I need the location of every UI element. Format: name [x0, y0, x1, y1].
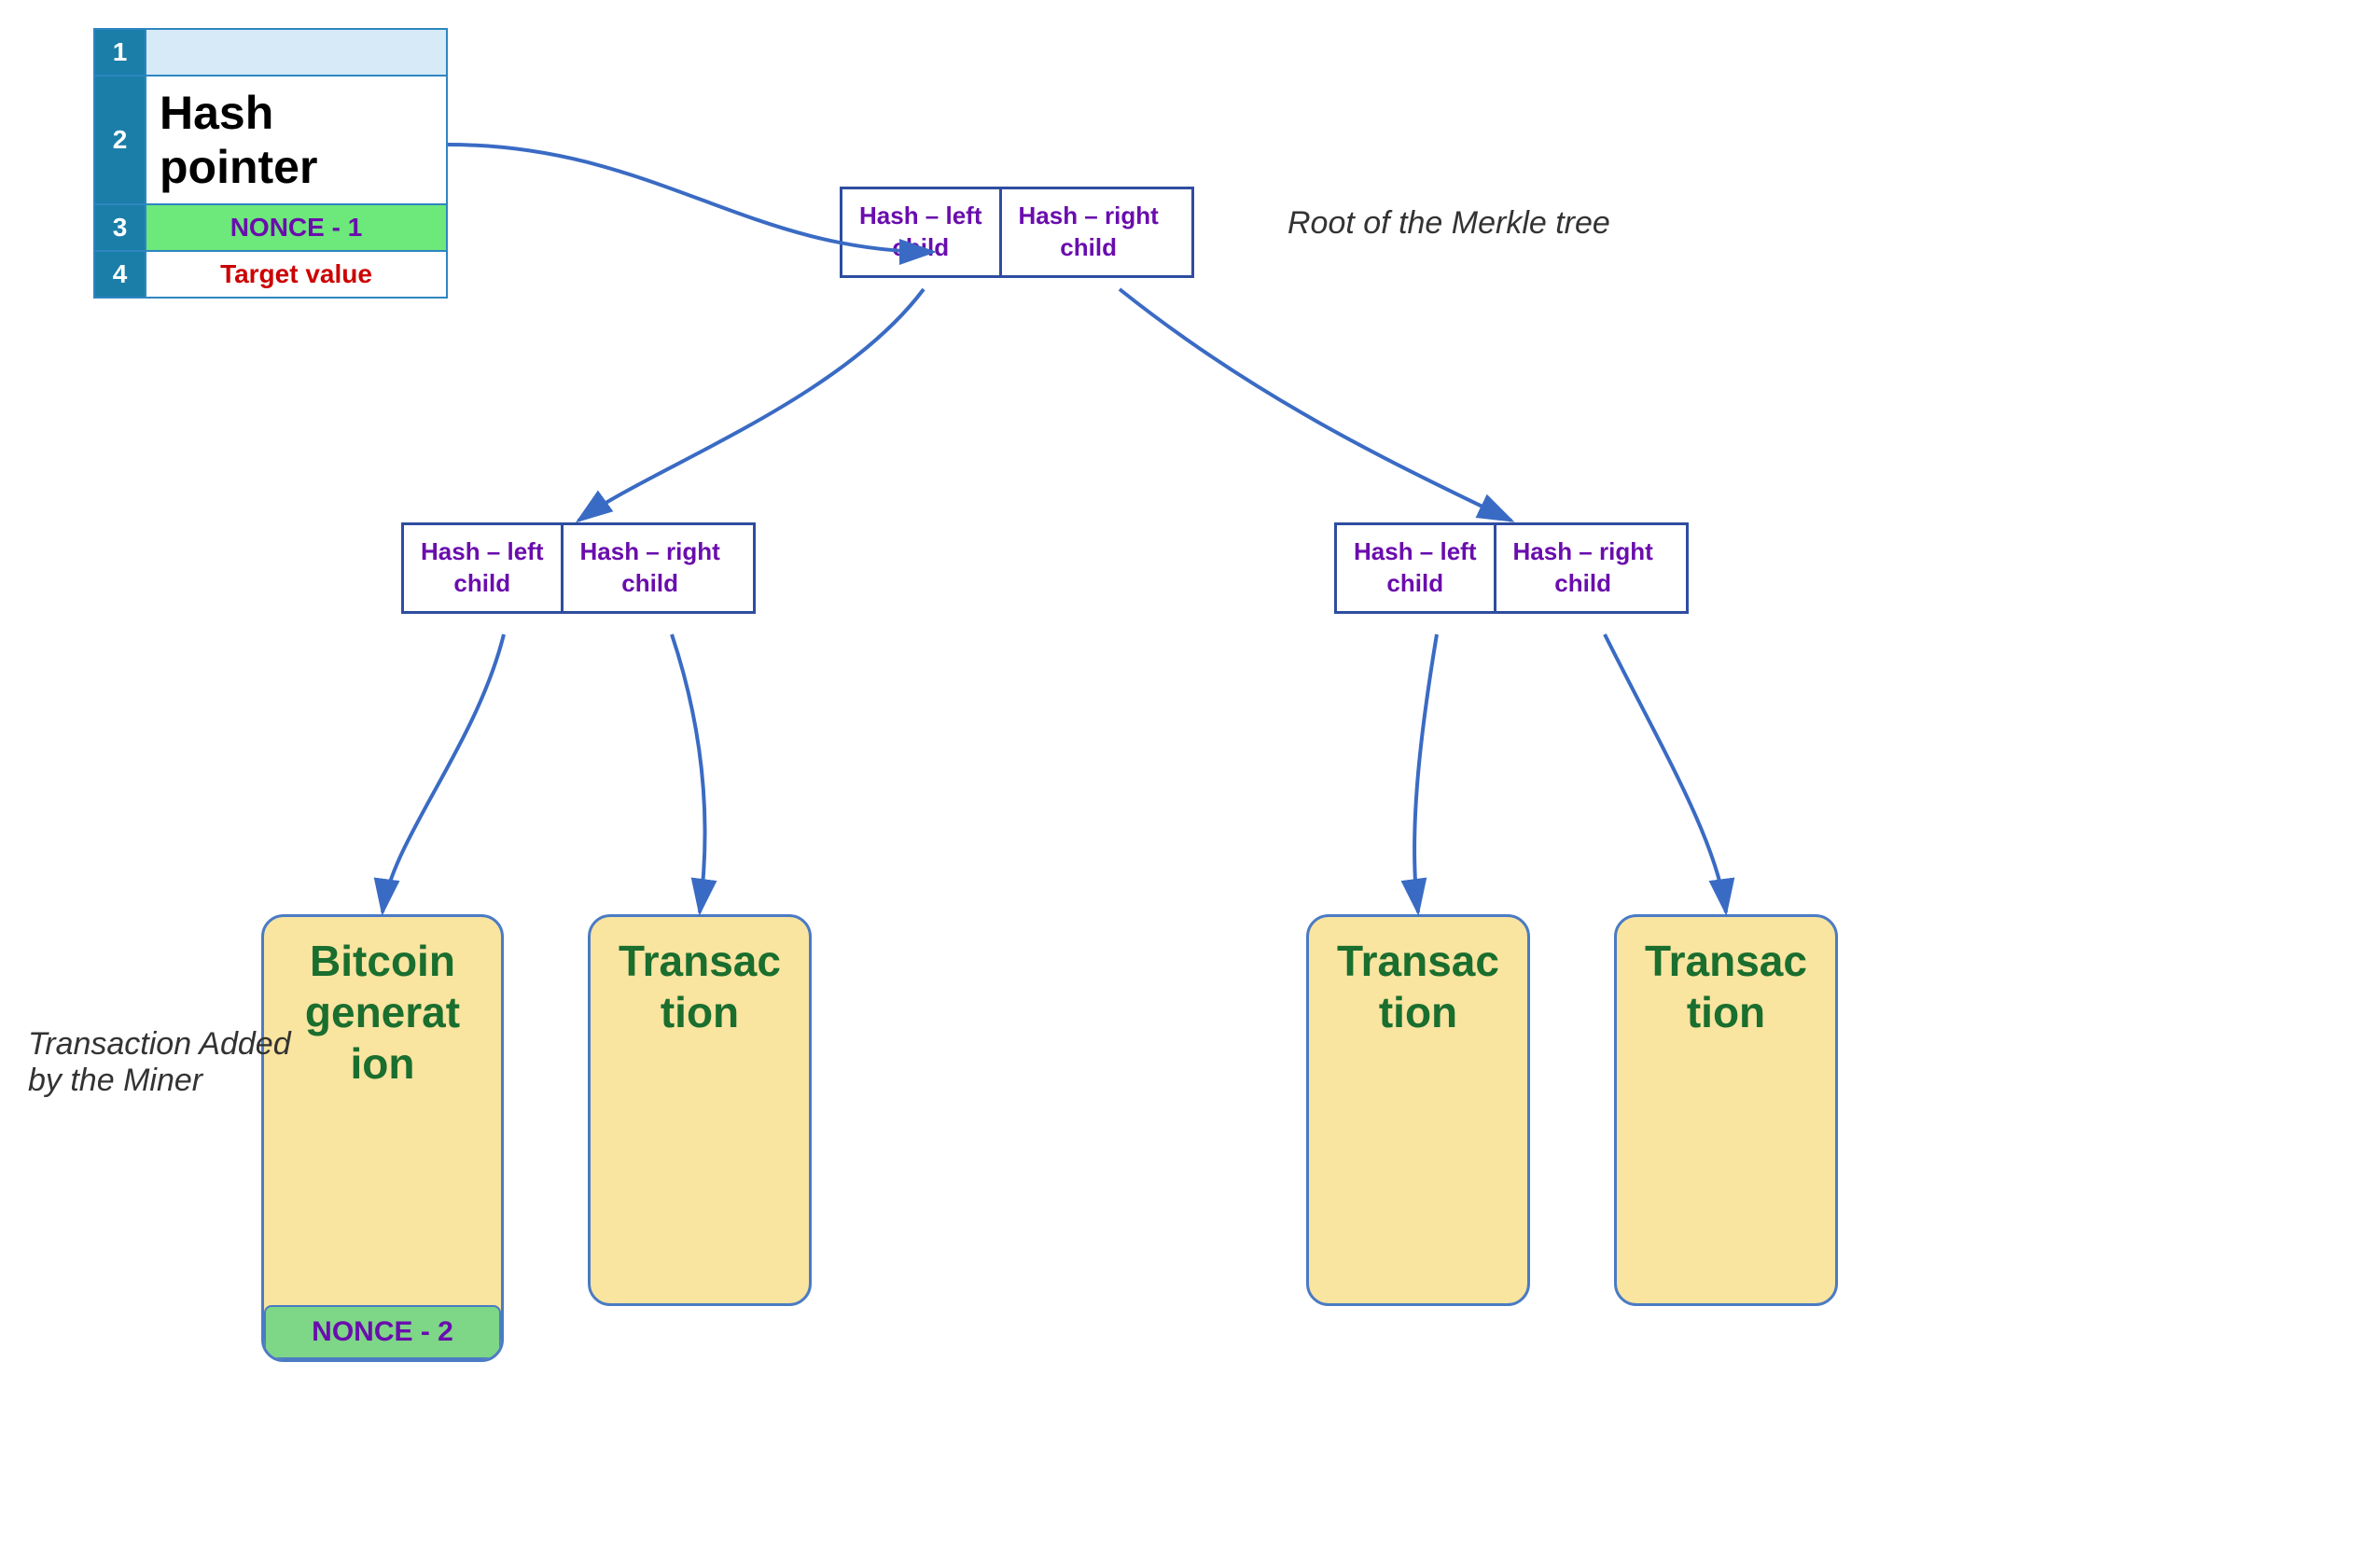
root-left-cell: Hash – leftchild: [842, 189, 1002, 275]
right-mid-hash-node: Hash – leftchild Hash – rightchild: [1334, 522, 1689, 614]
left-mid-right-cell: Hash – rightchild: [564, 525, 737, 611]
tx-bitcoin-text: Bitcoin generat ion: [264, 917, 501, 1100]
transaction-label: Transaction Added by the Miner: [28, 1026, 291, 1099]
row4-content: Target value: [146, 251, 447, 298]
right-mid-right-cell: Hash – rightchild: [1496, 525, 1670, 611]
tx-bitcoin-nonce: NONCE - 2: [264, 1305, 501, 1359]
tx2-text: Transac tion: [591, 917, 809, 1048]
row4-num: 4: [94, 251, 146, 298]
tx-node-bitcoin: Bitcoin generat ion NONCE - 2: [261, 914, 504, 1362]
root-hash-node: Hash – leftchild Hash – rightchild: [840, 187, 1194, 278]
root-label: Root of the Merkle tree: [1287, 205, 1610, 242]
tx-node-4: Transac tion: [1614, 914, 1838, 1306]
left-mid-hash-node: Hash – leftchild Hash – rightchild: [401, 522, 756, 614]
row1-num: 1: [94, 29, 146, 76]
tx3-text: Transac tion: [1309, 917, 1527, 1048]
row3-content: NONCE - 1: [146, 204, 447, 251]
left-mid-left-cell: Hash – leftchild: [404, 525, 564, 611]
right-mid-left-cell: Hash – leftchild: [1337, 525, 1496, 611]
tx4-text: Transac tion: [1617, 917, 1835, 1048]
block-table: 1 2 Hash pointer 3 NONCE - 1 4 Target va…: [93, 28, 448, 299]
row2-content: Hash pointer: [146, 76, 447, 204]
row3-num: 3: [94, 204, 146, 251]
tx-node-3: Transac tion: [1306, 914, 1530, 1306]
root-right-cell: Hash – rightchild: [1002, 189, 1176, 275]
tx-node-2: Transac tion: [588, 914, 812, 1306]
row1-content: [146, 29, 447, 76]
row2-num: 2: [94, 76, 146, 204]
